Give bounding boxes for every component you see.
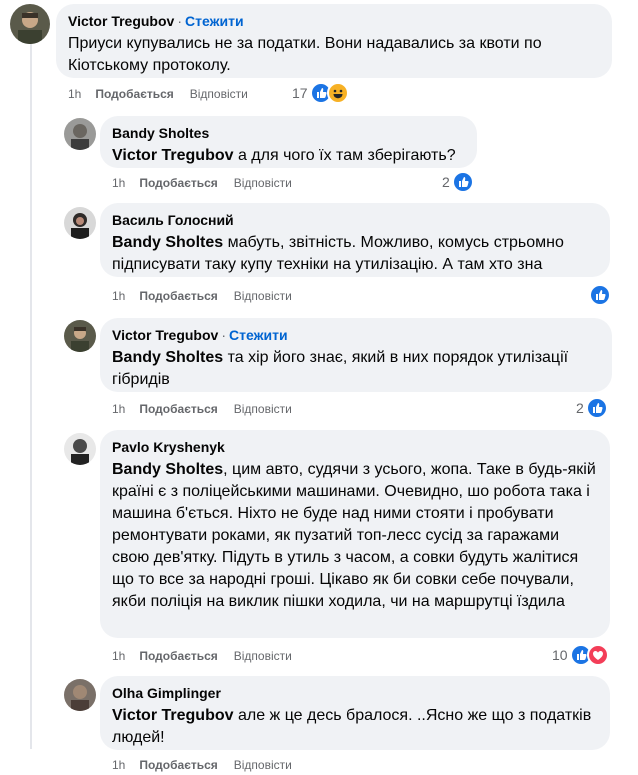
reaction-summary[interactable]: 10: [552, 644, 609, 666]
reaction-count: 2: [442, 174, 450, 190]
follow-button[interactable]: Стежити: [229, 327, 288, 343]
reply-button[interactable]: Відповісти: [190, 86, 248, 102]
comment-time[interactable]: 1h: [112, 648, 125, 664]
comment-actions: 1h Подобається Відповісти: [112, 648, 292, 664]
comment-actions: 1h Подобається Відповісти: [112, 401, 292, 417]
like-icon: [589, 284, 611, 306]
comment-actions: 1h Подобається Відповісти: [112, 757, 292, 773]
reaction-summary[interactable]: [587, 284, 611, 306]
comment-bubble: Olha Gimplinger Victor Tregubov але ж це…: [100, 676, 610, 750]
reaction-summary[interactable]: 2: [442, 171, 474, 193]
comment-text: , цим авто, судячи з усього, жопа. Таке …: [112, 461, 596, 610]
love-icon: [586, 644, 609, 666]
avatar[interactable]: [64, 207, 96, 239]
comment-author[interactable]: Olha Gimplinger: [112, 685, 221, 701]
comment-actions: 1h Подобається Відповісти: [112, 175, 292, 191]
thread-line: [30, 44, 32, 749]
like-button[interactable]: Подобається: [95, 86, 173, 102]
reply-button[interactable]: Відповісти: [234, 757, 292, 773]
reaction-summary[interactable]: 2: [576, 397, 608, 419]
avatar[interactable]: [64, 433, 96, 465]
comment-author[interactable]: Василь Голосний: [112, 212, 234, 228]
reply-button[interactable]: Відповісти: [234, 401, 292, 417]
comment-bubble: Bandy Sholtes Victor Tregubov а для чого…: [100, 116, 477, 168]
reaction-count: 10: [552, 647, 568, 663]
mention-link[interactable]: Bandy Sholtes: [112, 234, 223, 251]
reaction-count: 17: [292, 85, 308, 101]
comment-actions: 1h Подобається Відповісти: [112, 288, 292, 304]
reply-button[interactable]: Відповісти: [234, 648, 292, 664]
avatar[interactable]: [10, 4, 50, 44]
reply-button[interactable]: Відповісти: [234, 175, 292, 191]
like-icon: [451, 171, 474, 193]
mention-link[interactable]: Bandy Sholtes: [112, 349, 223, 366]
comment-author[interactable]: Victor Tregubov: [112, 327, 218, 343]
avatar[interactable]: [64, 320, 96, 352]
comment-time[interactable]: 1h: [112, 175, 125, 191]
like-icon: [585, 397, 608, 419]
avatar[interactable]: [64, 118, 96, 150]
reaction-summary[interactable]: 17: [292, 82, 349, 104]
mention-link[interactable]: Victor Tregubov: [112, 707, 234, 724]
comment-bubble: Василь Голосний Bandy Sholtes мабуть, зв…: [100, 203, 610, 277]
comment-actions: 1h Подобається Відповісти: [68, 86, 248, 102]
avatar[interactable]: [64, 679, 96, 711]
mention-link[interactable]: Bandy Sholtes: [112, 461, 223, 478]
reply-button[interactable]: Відповісти: [234, 288, 292, 304]
comment-bubble: Victor Tregubov · Стежити Приуси купувалис…: [56, 4, 612, 78]
like-button[interactable]: Подобається: [139, 757, 217, 773]
comment-bubble: Pavlo Kryshenyk Bandy Sholtes, цим авто,…: [100, 430, 610, 638]
comment-text: а для чого їх там зберігають?: [233, 147, 456, 164]
like-button[interactable]: Подобається: [139, 401, 217, 417]
follow-button[interactable]: Стежити: [185, 13, 244, 29]
haha-icon: [326, 82, 349, 104]
like-button[interactable]: Подобається: [139, 288, 217, 304]
comment-author[interactable]: Victor Tregubov: [68, 13, 174, 29]
comment-time[interactable]: 1h: [112, 288, 125, 304]
comment-author[interactable]: Pavlo Kryshenyk: [112, 439, 225, 455]
reaction-count: 2: [576, 400, 584, 416]
comment-bubble: Victor Tregubov · Стежити Bandy Sholtes та…: [100, 318, 612, 392]
comment-text: Приуси купувались не за податки. Вони на…: [68, 35, 542, 74]
like-button[interactable]: Подобається: [139, 648, 217, 664]
like-button[interactable]: Подобається: [139, 175, 217, 191]
mention-link[interactable]: Victor Tregubov: [112, 147, 234, 164]
comment-time[interactable]: 1h: [112, 757, 125, 773]
comment-author[interactable]: Bandy Sholtes: [112, 125, 209, 141]
comment-time[interactable]: 1h: [68, 86, 81, 102]
comment-time[interactable]: 1h: [112, 401, 125, 417]
